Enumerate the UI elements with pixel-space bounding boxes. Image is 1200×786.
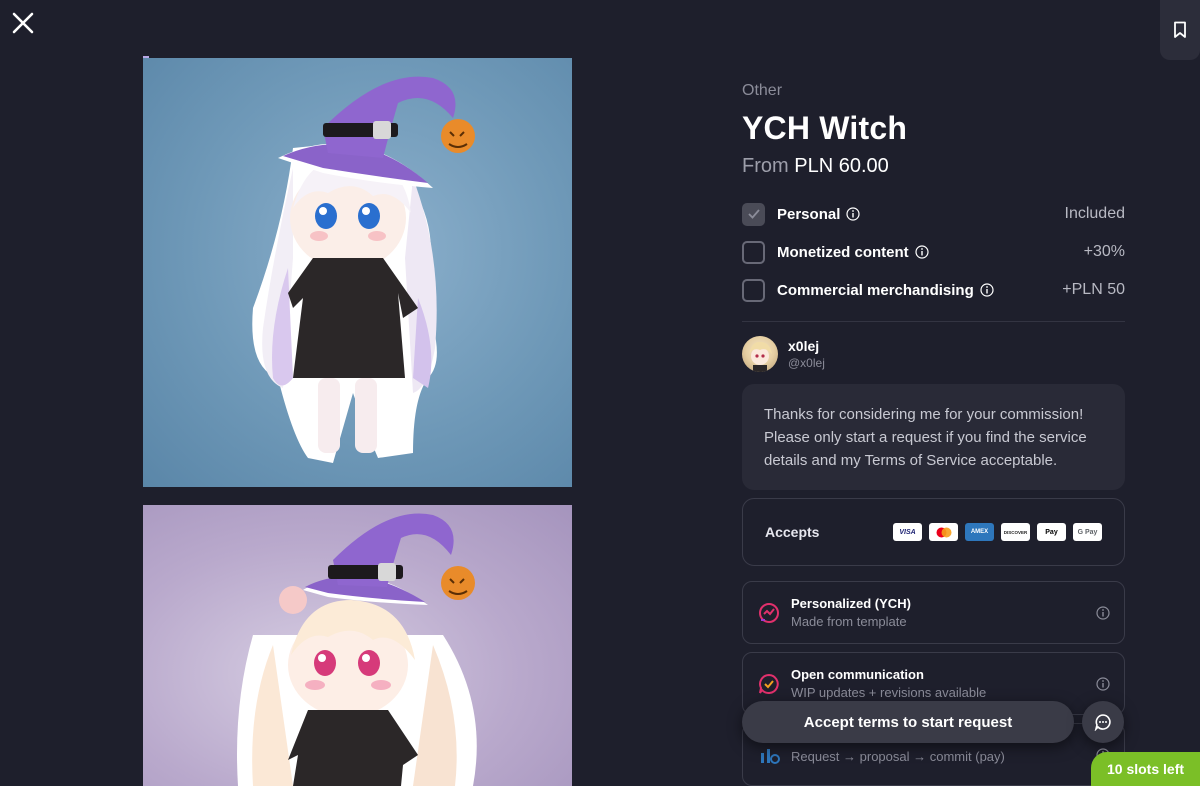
template-icon [759,602,779,623]
info-icon[interactable] [980,283,994,297]
info-icon[interactable] [1096,676,1110,691]
chat-button[interactable] [1082,701,1124,743]
check-icon [747,209,760,219]
artist-name: x0lej [788,338,820,354]
option-commercial-merchandising[interactable]: Commercial merchandising +PLN 50 [742,271,1125,309]
service-panel: Other YCH Witch From PLN 60.00 Personal … [742,82,1125,786]
service-title: YCH Witch [742,110,908,146]
close-icon [12,12,34,34]
discover-icon: DISCOVER [1001,523,1030,541]
chat-check-icon [759,673,779,694]
info-icon[interactable] [1096,605,1110,620]
amex-icon: AMEX [965,523,994,541]
gallery-image-1[interactable] [143,58,572,487]
category-label: Other [742,82,783,99]
option-value: Included [1064,205,1126,222]
option-value: +30% [1083,243,1125,260]
chat-bubble-icon [1094,714,1111,731]
payment-card-list: VISA AMEX DISCOVER Pay G Pay [893,523,1102,541]
artist-handle: @x0lej [788,356,825,370]
feature-personalized: Personalized (YCH) Made from template [742,581,1125,644]
accepts-label: Accepts [765,524,820,540]
feature-subtitle: Request → proposal → commit (pay) [791,748,1005,764]
bookmark-button[interactable] [1160,0,1200,60]
visa-icon: VISA [893,523,922,541]
price-amount: PLN 60.00 [794,155,889,177]
option-monetized-content[interactable]: Monetized content +30% [742,233,1125,271]
option-label: Monetized content [777,243,909,261]
commercial-checkbox[interactable] [742,278,765,302]
feature-title: Open communication [791,667,924,682]
witch-artwork-blue [252,76,475,463]
option-personal[interactable]: Personal Included [742,195,1125,233]
info-icon[interactable] [846,207,860,221]
option-value: +PLN 50 [1062,281,1125,298]
avatar[interactable] [742,336,778,372]
info-icon[interactable] [915,245,929,259]
witch-artwork-purple [237,513,477,786]
gallery-image-2[interactable] [143,505,572,786]
price: From PLN 60.00 [742,155,1125,178]
process-icon [761,748,780,764]
divider [742,321,1125,322]
google-pay-icon: G Pay [1073,523,1102,541]
apple-pay-icon: Pay [1037,523,1066,541]
artist-info[interactable]: x0lej @x0lej [742,336,1125,372]
personal-checkbox[interactable] [742,202,765,226]
feature-subtitle: WIP updates + revisions available [791,685,987,700]
accept-terms-button[interactable]: Accept terms to start request [742,701,1074,743]
option-label: Personal [777,205,841,223]
slots-left-badge: 10 slots left [1091,752,1200,786]
price-from-label: From [742,155,789,177]
usage-options: Personal Included Monetized content +30%… [742,195,1125,309]
monetized-checkbox[interactable] [742,240,765,264]
payment-methods: Accepts VISA AMEX DISCOVER Pay G Pay [742,498,1125,566]
feature-subtitle: Made from template [791,614,907,629]
feature-title: Personalized (YCH) [791,596,911,611]
mastercard-icon [929,523,958,541]
bookmark-icon [1174,21,1186,38]
close-button[interactable] [10,10,36,36]
avatar-image [749,341,772,372]
option-label: Commercial merchandising [777,281,974,299]
artist-message: Thanks for considering me for your commi… [742,384,1125,490]
